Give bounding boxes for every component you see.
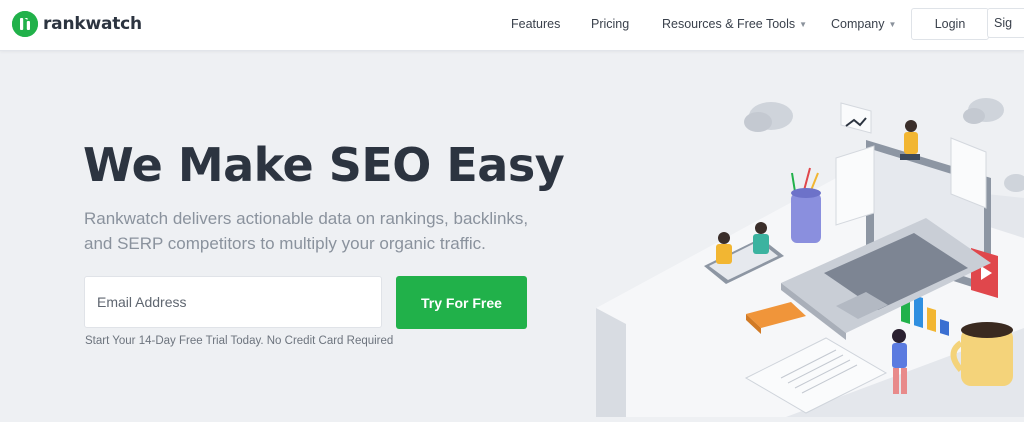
try-for-free-button[interactable]: Try For Free xyxy=(396,276,527,329)
nav-features[interactable]: Features xyxy=(511,17,560,31)
nav-pricing[interactable]: Pricing xyxy=(591,17,629,31)
email-input[interactable] xyxy=(84,276,382,328)
cloud-icon xyxy=(963,98,1004,124)
chevron-down-icon: ▼ xyxy=(799,20,808,29)
cloud-icon xyxy=(744,102,793,132)
top-navbar: rankwatch Features Pricing Resources & F… xyxy=(0,0,1024,51)
nav-resources-label: Resources & Free Tools xyxy=(662,17,796,31)
chevron-down-icon: ▼ xyxy=(888,20,897,29)
nav-company-label: Company xyxy=(831,17,885,31)
hero-headline: We Make SEO Easy xyxy=(83,138,565,192)
nav-company[interactable]: Company ▼ xyxy=(831,17,896,31)
coffee-mug-icon xyxy=(950,322,1013,386)
trial-note: Start Your 14-Day Free Trial Today. No C… xyxy=(85,335,394,347)
nav-resources[interactable]: Resources & Free Tools ▼ xyxy=(662,17,807,31)
login-button[interactable]: Login xyxy=(911,8,989,40)
brand-name: rankwatch xyxy=(43,14,142,34)
brand-logo[interactable]: rankwatch xyxy=(12,11,142,37)
cloud-icon xyxy=(1004,174,1024,192)
hero-subtext: Rankwatch delivers actionable data on ra… xyxy=(84,209,529,253)
seo-workspace-illustration xyxy=(596,78,1024,417)
rankwatch-logo-icon xyxy=(12,11,38,37)
pen-cup-icon xyxy=(791,167,821,243)
signup-button[interactable]: Sig xyxy=(987,8,1024,38)
